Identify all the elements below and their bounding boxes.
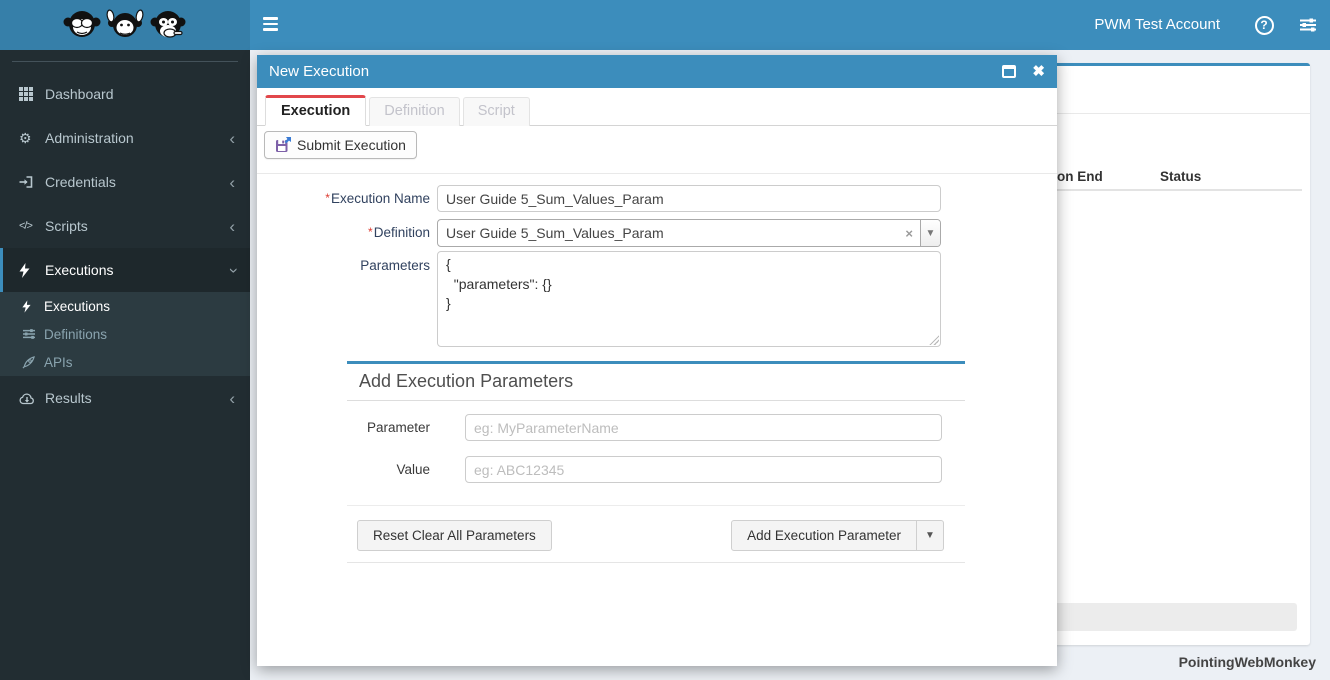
sidebar-item-label: Executions — [45, 262, 114, 278]
sidebar-item-label: Credentials — [45, 174, 116, 190]
definition-select[interactable]: User Guide 5_Sum_Values_Param × ▼ — [437, 219, 941, 247]
sidebar-item-label: Dashboard — [45, 86, 114, 102]
add-parameters-heading: Add Execution Parameters — [359, 371, 574, 391]
top-navbar: PWM Test Account ? — [0, 0, 1330, 50]
chevron-down-icon: ‹ — [222, 267, 242, 273]
chevron-left-icon: ‹ — [229, 128, 235, 148]
submenu-item-executions[interactable]: Executions — [0, 292, 250, 320]
modal-tabs: Execution Definition Script — [257, 95, 1057, 126]
sidebar-item-label: Administration — [45, 130, 134, 146]
table-header-execution-end: on End — [1057, 169, 1103, 184]
sidebar-item-administration[interactable]: ⚙ Administration ‹ — [0, 116, 250, 160]
cloud-download-icon — [19, 392, 45, 405]
sidebar-item-executions[interactable]: Executions ‹ — [0, 248, 250, 292]
value-label: Value — [396, 462, 430, 477]
toolbar-divider — [257, 173, 1057, 174]
rocket-icon — [22, 355, 44, 369]
submenu-item-label: Definitions — [44, 326, 108, 342]
textarea-resize-grip[interactable] — [929, 335, 939, 345]
account-name[interactable]: PWM Test Account — [1094, 0, 1242, 50]
sidebar-item-label: Scripts — [45, 218, 88, 234]
reset-clear-all-parameters-button[interactable]: Reset Clear All Parameters — [357, 520, 552, 551]
definition-label: *Definition — [368, 225, 430, 240]
bolt-icon — [22, 299, 44, 313]
settings-button[interactable] — [1286, 0, 1330, 50]
sidebar-item-results[interactable]: Results ‹ — [0, 376, 250, 420]
sidebar-item-dashboard[interactable]: Dashboard — [0, 72, 250, 116]
monkey-see-no-evil-icon — [63, 11, 101, 37]
clear-x-icon[interactable]: × — [898, 226, 920, 241]
modal-title: New Execution — [269, 63, 370, 80]
sidebar-item-label: Results — [45, 390, 92, 406]
section-divider — [347, 505, 965, 506]
sliders-icon — [1300, 18, 1316, 32]
submenu-item-label: APIs — [44, 354, 73, 370]
bolt-icon — [19, 262, 45, 278]
sidebar-item-scripts[interactable]: </> Scripts ‹ — [0, 204, 250, 248]
section-heading-divider — [347, 400, 965, 401]
close-icon[interactable]: ✖ — [1032, 64, 1045, 79]
question-circle-icon: ? — [1254, 15, 1274, 35]
sliders-icon — [22, 328, 44, 340]
submenu-item-label: Executions — [44, 298, 111, 314]
table-header-status: Status — [1160, 169, 1202, 184]
chevron-left-icon: ‹ — [229, 216, 235, 236]
grid-icon — [19, 87, 45, 101]
gears-icon: ⚙ — [19, 129, 32, 146]
chevron-left-icon: ‹ — [229, 172, 235, 192]
submit-execution-label: Submit Execution — [297, 137, 406, 153]
execution-name-input[interactable] — [437, 185, 941, 212]
tab-script[interactable]: Script — [462, 97, 530, 126]
new-execution-modal: New Execution ✖ Execution Definition Scr… — [257, 55, 1057, 666]
submit-execution-button[interactable]: Submit Execution — [264, 131, 417, 159]
code-icon: </> — [19, 220, 33, 232]
submenu-item-definitions[interactable]: Definitions — [0, 320, 250, 348]
chevron-left-icon: ‹ — [229, 388, 235, 408]
save-icon — [276, 137, 291, 152]
section-bottom-divider — [347, 562, 965, 563]
value-input[interactable] — [465, 456, 942, 483]
app-logo[interactable] — [0, 0, 250, 50]
executions-submenu: Executions Definitions APIs — [0, 292, 250, 376]
required-marker: * — [368, 225, 373, 239]
parameter-label: Parameter — [366, 420, 430, 435]
modal-header[interactable]: New Execution ✖ — [257, 55, 1057, 88]
monkey-pointing-icon — [150, 11, 186, 38]
sign-in-icon — [19, 175, 45, 189]
tab-definition[interactable]: Definition — [369, 97, 460, 126]
parameters-textarea[interactable]: { "parameters": {} } — [437, 251, 941, 347]
section-top-accent — [347, 361, 965, 364]
definition-selected-value: User Guide 5_Sum_Values_Param — [446, 225, 664, 241]
dropdown-caret-icon[interactable]: ▼ — [920, 220, 940, 246]
execution-name-label: *Execution Name — [325, 191, 430, 206]
modal-body: Execution Definition Script Submit Execu… — [257, 88, 1057, 666]
tab-execution[interactable]: Execution — [265, 95, 367, 126]
add-parameter-split-button: Add Execution Parameter ▼ — [731, 520, 944, 551]
add-execution-parameter-button[interactable]: Add Execution Parameter — [731, 520, 917, 551]
add-parameter-caret-icon[interactable]: ▼ — [917, 520, 944, 551]
sidebar-item-credentials[interactable]: Credentials ‹ — [0, 160, 250, 204]
required-marker: * — [325, 191, 330, 205]
parameters-label: Parameters — [360, 258, 430, 273]
submenu-item-apis[interactable]: APIs — [0, 348, 250, 376]
sidebar: Dashboard ⚙ Administration ‹ Credentials… — [0, 50, 250, 680]
sidebar-toggle-hamburger-icon[interactable] — [263, 17, 280, 32]
help-button[interactable]: ? — [1242, 0, 1286, 50]
maximize-icon[interactable] — [1002, 65, 1017, 78]
parameter-input[interactable] — [465, 414, 942, 441]
monkey-hear-no-evil-icon — [106, 9, 144, 37]
